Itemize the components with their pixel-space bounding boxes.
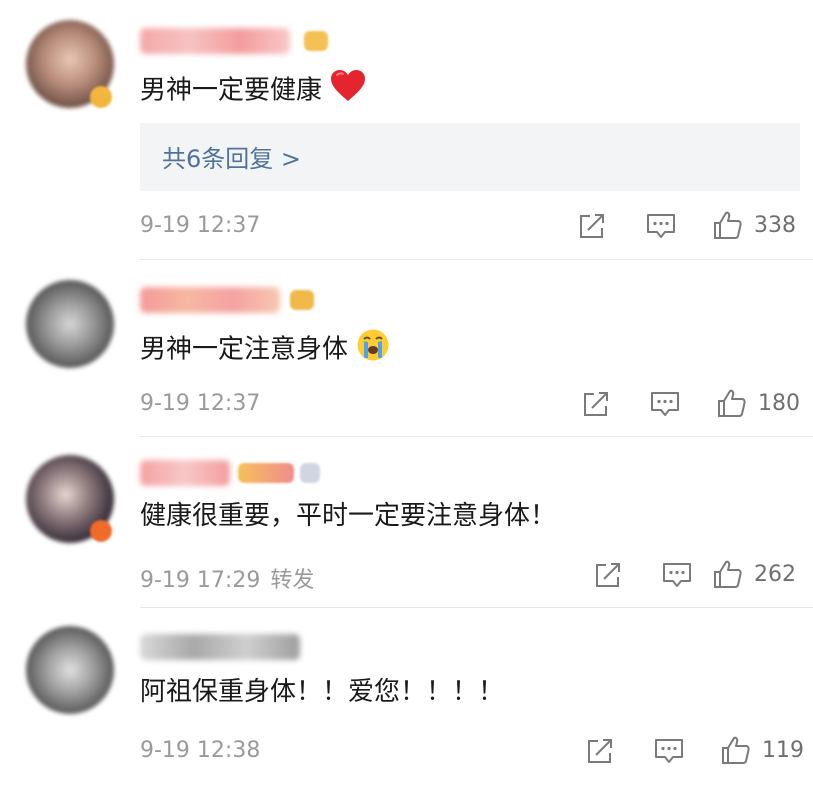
avatar[interactable] [26,280,114,368]
username[interactable] [140,287,280,313]
like-icon[interactable] [711,558,743,588]
like-count: 262 [754,562,796,587]
comment-icon[interactable] [653,736,685,766]
vip-badge-icon [90,86,112,108]
username[interactable] [140,634,300,660]
avatar[interactable] [26,626,114,714]
comment-timestamp: 9-19 12:37 [140,391,261,416]
divider [140,259,813,260]
comment-timestamp: 9-19 12:37 [140,213,261,238]
comment-text: 阿祖保重身体！！爱您！！！！ [140,677,505,707]
like-count: 119 [762,738,804,763]
share-icon[interactable] [580,389,612,419]
view-replies-link[interactable]: 共6条回复 > [162,139,301,174]
comment-icon[interactable] [649,389,681,419]
share-icon[interactable] [592,560,624,590]
like-icon[interactable] [715,387,747,417]
like-icon[interactable] [719,734,751,764]
comment-timestamp: 9-19 17:29 转发 [140,568,315,593]
medal-icon [300,463,320,483]
username[interactable] [140,28,290,54]
share-icon[interactable] [584,736,616,766]
share-icon[interactable] [576,211,608,241]
heart-emoji [330,69,366,113]
forward-label[interactable]: 转发 [270,568,314,593]
divider [140,436,813,437]
vip-badge-icon [90,520,112,542]
vip-level-icon [290,290,314,310]
crying-face-emoji [356,328,390,372]
divider [140,607,813,608]
like-count: 180 [758,391,800,416]
comment-icon[interactable] [661,560,693,590]
comment-icon[interactable] [645,211,677,241]
username[interactable] [140,460,230,486]
vip-level-icon [238,463,294,483]
vip-level-icon [304,31,328,51]
like-icon[interactable] [711,209,743,239]
comment-text: 男神一定要健康 [140,69,366,113]
reply-summary-box[interactable]: 共6条回复 > [140,123,800,191]
comment-text: 男神一定注意身体 [140,328,390,372]
comment-text: 健康很重要，平时一定要注意身体！ [140,501,557,531]
comment-timestamp: 9-19 12:38 [140,738,261,763]
like-count: 338 [754,213,796,238]
